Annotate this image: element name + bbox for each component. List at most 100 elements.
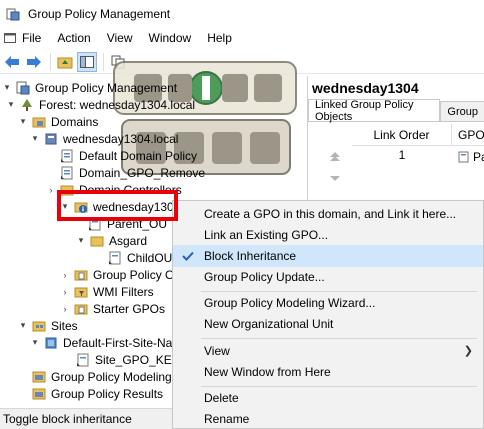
reorder-controls (328, 150, 342, 190)
sites-icon (32, 319, 46, 333)
menu-file[interactable]: File (0, 28, 49, 48)
menu-item-link-existing-gpo[interactable]: Link an Existing GPO... (173, 224, 483, 246)
expand-toggle[interactable]: ▾ (30, 133, 40, 144)
table-header: Link Order GPO (352, 124, 484, 146)
tree-item-sites[interactable]: ▾ Sites (18, 317, 78, 334)
tree-item-label: Group Policy Modeling (51, 369, 172, 384)
gpo-link-icon (60, 166, 74, 180)
console-menu-icon (4, 32, 16, 44)
tree-item-forest[interactable]: ▾ Forest: wednesday1304.local (6, 96, 195, 113)
gpo-folder-icon (74, 268, 88, 282)
menu-view[interactable]: View (99, 28, 141, 48)
menu-item-view[interactable]: View ❯ (173, 340, 483, 362)
menu-help[interactable]: Help (199, 28, 240, 48)
column-link-order[interactable]: Link Order (352, 124, 452, 145)
tree-item-asgard[interactable]: ▾ Asgard (76, 232, 147, 249)
expand-toggle[interactable]: › (46, 185, 56, 195)
tree-item-label: Default Domain Policy (79, 148, 198, 163)
cell-gpo-label: Pa (473, 150, 484, 164)
expand-toggle[interactable]: › (60, 304, 70, 314)
cell-gpo: Pa (452, 148, 484, 166)
gpm-console-icon (16, 81, 30, 95)
context-menu: Create a GPO in this domain, and Link it… (172, 200, 484, 429)
menu-item-block-inheritance[interactable]: Block Inheritance (173, 245, 483, 267)
starter-folder-icon (74, 302, 88, 316)
menu-item-gp-update[interactable]: Group Policy Update... (173, 266, 483, 288)
tree-item-default-first-site[interactable]: ▾ Default-First-Site-Name (30, 334, 189, 351)
tree-item-group-policy-management[interactable]: ▾ Group Policy Management (2, 79, 177, 96)
move-down-icon[interactable] (328, 173, 342, 187)
details-title: wednesday1304 (312, 80, 419, 96)
tree-item-label: Default-First-Site-Name (63, 335, 190, 350)
wmi-folder-icon (74, 285, 88, 299)
expand-toggle[interactable]: › (60, 270, 70, 280)
status-text: Toggle block inheritance (3, 412, 132, 426)
tree-item-wmi-filters[interactable]: › WMI Filters (60, 283, 154, 300)
menu-item-label: Create a GPO in this domain, and Link it… (204, 207, 457, 221)
table-row[interactable]: 1 Pa (352, 148, 484, 166)
tab-group-policy-inheritance[interactable]: Group (440, 101, 484, 121)
menu-item-rename[interactable]: Rename (173, 408, 483, 429)
annotation-highlight-box (57, 190, 178, 221)
modeling-icon (32, 370, 46, 384)
expand-toggle[interactable]: ▾ (18, 116, 28, 127)
menu-item-delete[interactable]: Delete (173, 387, 483, 409)
menu-item-label: New Organizational Unit (204, 317, 334, 331)
gpo-icon (458, 151, 470, 163)
tree-item-label: Asgard (109, 233, 148, 248)
tree-item-label: Group Policy Results (51, 386, 164, 401)
tree-item-gp-results[interactable]: Group Policy Results (32, 385, 163, 402)
menu-window[interactable]: Window (141, 28, 200, 48)
tree-item-domain-local[interactable]: ▾ wednesday1304.local (30, 130, 179, 147)
menu-item-new-window[interactable]: New Window from Here (173, 361, 483, 383)
tree-item-label: Group Policy Management (35, 80, 178, 95)
menu-item-label: New Window from Here (204, 365, 331, 379)
show-hide-tree-button[interactable] (77, 51, 97, 72)
checkmark-icon (181, 249, 195, 263)
tree-item-gp-modeling[interactable]: Group Policy Modeling (32, 368, 172, 385)
tree-item-default-domain-policy[interactable]: Default Domain Policy (60, 147, 197, 164)
menu-action[interactable]: Action (49, 28, 98, 48)
tree-item-label: Starter GPOs (93, 301, 166, 316)
cell-link-order: 1 (398, 148, 406, 162)
tree-item-domain-gpo-remove[interactable]: Domain_GPO_Remove (60, 164, 205, 181)
expand-toggle[interactable]: ▾ (2, 82, 12, 93)
domain-icon (44, 132, 58, 146)
tree-item-label: WMI Filters (93, 284, 154, 299)
menu-item-new-ou[interactable]: New Organizational Unit (173, 313, 483, 335)
domains-folder-icon (32, 115, 46, 129)
window-title: Group Policy Management (28, 7, 171, 21)
menu-item-create-gpo[interactable]: Create a GPO in this domain, and Link it… (173, 203, 483, 225)
expand-toggle[interactable]: ▾ (76, 235, 86, 246)
back-arrow-icon (5, 55, 19, 68)
ou-folder-icon (90, 234, 104, 248)
expand-toggle[interactable]: ▾ (30, 337, 40, 348)
back-button[interactable] (2, 52, 22, 72)
tree-item-childou[interactable]: ChildOU (108, 249, 172, 266)
up-folder-button[interactable] (55, 52, 75, 72)
tree-item-starter-gpos[interactable]: › Starter GPOs (60, 300, 166, 317)
menu-bar: File Action View Window Help (0, 28, 484, 48)
menu-item-label: View (204, 344, 230, 358)
menu-item-modeling-wizard[interactable]: Group Policy Modeling Wizard... (173, 292, 483, 314)
site-icon (44, 336, 58, 350)
expand-toggle[interactable]: ▾ (18, 320, 28, 331)
expand-toggle[interactable]: ▾ (6, 99, 16, 110)
forward-button[interactable] (24, 52, 44, 72)
status-bar: Toggle block inheritance (0, 408, 172, 429)
gpo-link-icon (60, 149, 74, 163)
details-tabs: Linked Group Policy Objects Group (308, 99, 484, 123)
move-up-icon[interactable] (328, 150, 342, 164)
tab-linked-gpos[interactable]: Linked Group Policy Objects (308, 99, 441, 123)
tree-item-label: Domains (51, 114, 99, 129)
title-bar: Group Policy Management (0, 0, 484, 28)
menu-separator (201, 338, 477, 339)
column-gpo[interactable]: GPO (452, 124, 484, 145)
tree-item-label: Sites (51, 318, 78, 333)
forward-arrow-icon (27, 55, 41, 68)
gpm-app-icon (6, 7, 20, 21)
menu-item-label: Rename (204, 412, 250, 426)
tree-item-domains[interactable]: ▾ Domains (18, 113, 99, 130)
folder-up-icon (57, 57, 73, 68)
expand-toggle[interactable]: › (60, 287, 70, 297)
